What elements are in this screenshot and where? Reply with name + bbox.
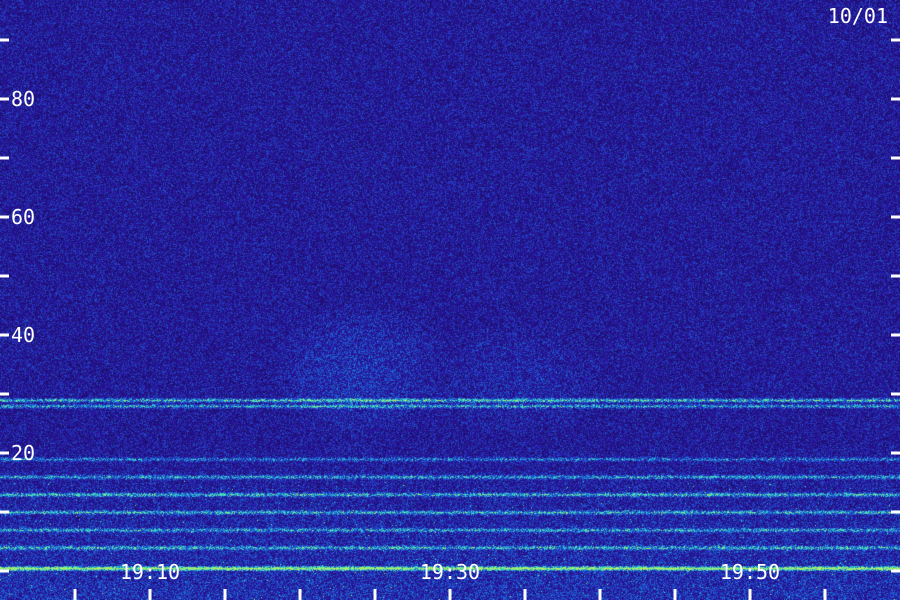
x-tick-label: 19:10 [120, 560, 180, 584]
y-axis-ticks: 20406080100 [0, 38, 900, 573]
x-tick-label: 19:50 [720, 560, 780, 584]
chart-overlay: 20406080100 19:1019:3019:50 10/01 [0, 4, 900, 600]
y-tick-label: 60 [11, 205, 35, 229]
y-tick-label: 80 [11, 87, 35, 111]
date-label: 10/01 [828, 4, 888, 28]
y-tick-label: 20 [11, 441, 35, 465]
x-axis-ticks: 19:10 19:30 19:50 [73, 560, 827, 600]
x-tick-label: 19:30 [420, 560, 480, 584]
y-tick-label: 40 [11, 323, 35, 347]
